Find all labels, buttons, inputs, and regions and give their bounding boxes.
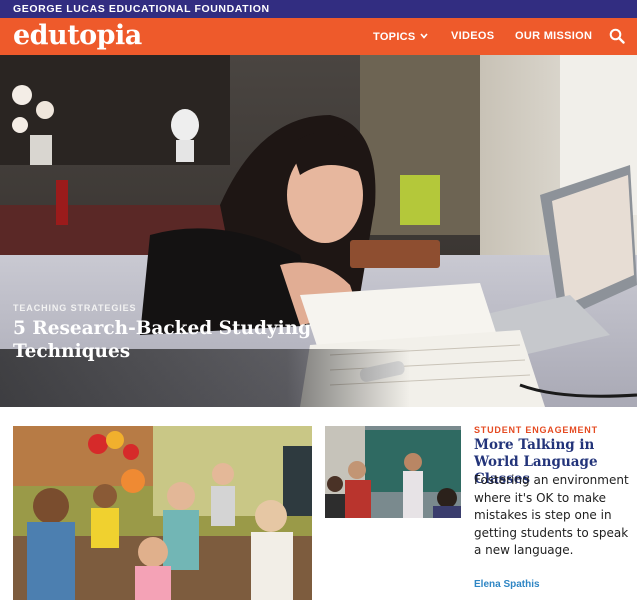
nav-topics[interactable]: TOPICS <box>373 30 428 43</box>
card-category-label[interactable]: STUDENT ENGAGEMENT <box>474 425 598 435</box>
card-author-link[interactable]: Elena Spathis <box>474 579 540 590</box>
search-icon[interactable] <box>609 28 625 44</box>
article-image-world-language[interactable] <box>325 426 461 518</box>
chevron-down-icon <box>419 30 428 42</box>
nav-videos[interactable]: VIDEOS <box>451 30 494 42</box>
feature-image-classroom[interactable] <box>13 426 312 600</box>
hero-headline[interactable]: 5 Research-Backed Studying Techniques <box>13 317 343 363</box>
nav-topics-label: TOPICS <box>373 31 416 43</box>
site-logo[interactable]: edutopia <box>13 20 142 51</box>
hero-article[interactable]: TEACHING STRATEGIES 5 Research-Backed St… <box>0 55 637 407</box>
foundation-bar: GEORGE LUCAS EDUCATIONAL FOUNDATION <box>0 0 637 18</box>
main-nav: edutopia TOPICS VIDEOS OUR MISSION <box>0 18 637 55</box>
hero-category-label[interactable]: TEACHING STRATEGIES <box>13 303 136 313</box>
foundation-name: GEORGE LUCAS EDUCATIONAL FOUNDATION <box>13 3 270 15</box>
card-summary: Fostering an environment where it's OK t… <box>474 473 629 557</box>
nav-our-mission[interactable]: OUR MISSION <box>515 30 592 42</box>
